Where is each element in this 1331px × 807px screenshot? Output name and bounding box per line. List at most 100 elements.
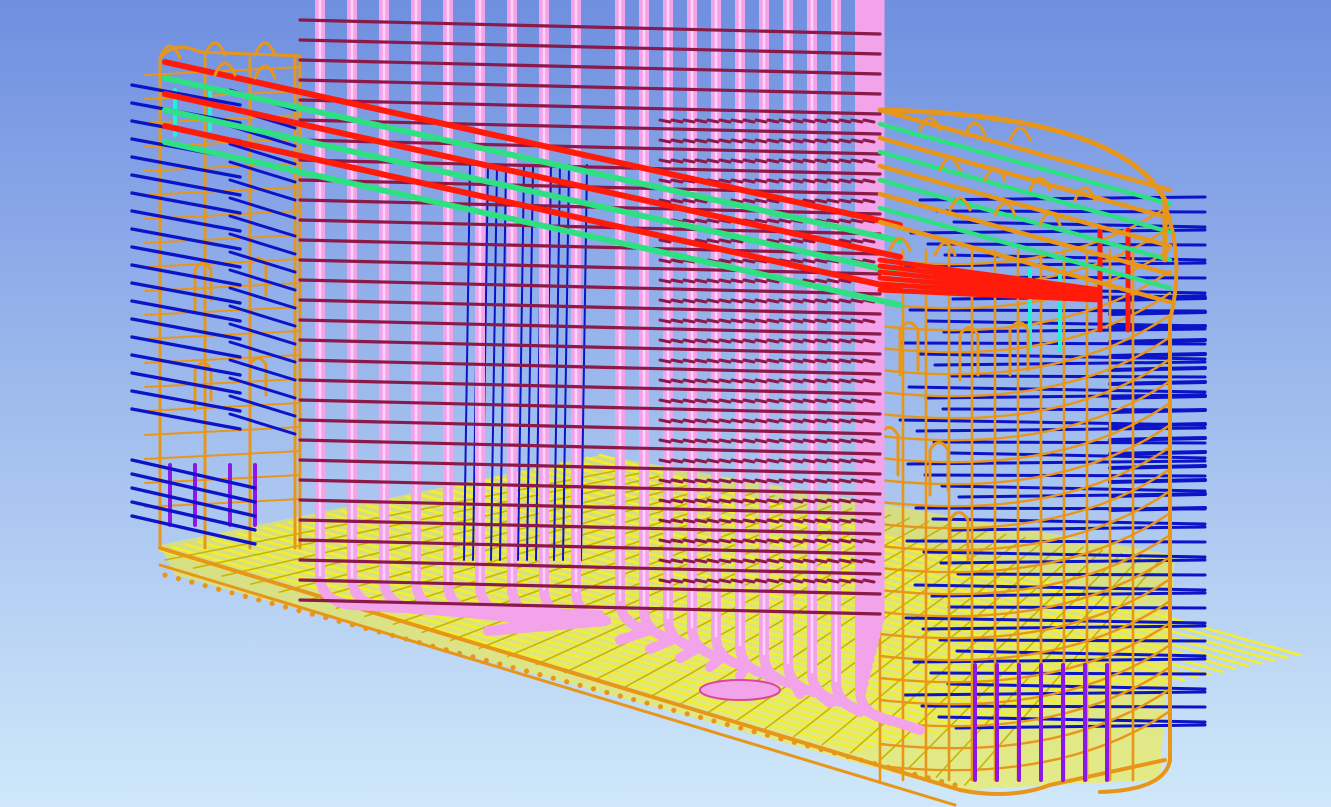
tie-stub bbox=[766, 418, 780, 424]
tie-stub bbox=[718, 178, 732, 184]
tie-stub bbox=[682, 518, 696, 524]
tie-stub bbox=[754, 578, 768, 584]
tie-stub bbox=[694, 558, 708, 564]
tie-stub bbox=[862, 258, 876, 264]
tie-stub bbox=[778, 318, 792, 324]
tie-stub bbox=[670, 338, 684, 344]
tie-stub bbox=[862, 178, 876, 184]
tie-stub bbox=[718, 498, 732, 504]
tie-stub bbox=[754, 338, 768, 344]
bar-end-dot bbox=[296, 607, 302, 614]
bar-end-dot bbox=[282, 604, 289, 610]
tie-stub bbox=[826, 458, 840, 464]
tie-stub bbox=[742, 458, 756, 464]
tie-stub bbox=[838, 158, 852, 164]
tie-stub bbox=[754, 278, 768, 284]
tie-stub bbox=[814, 518, 828, 524]
tie-stub bbox=[730, 418, 744, 424]
tie-stub bbox=[754, 218, 768, 224]
bar-end-dot bbox=[309, 611, 315, 617]
bar-end-dot bbox=[229, 590, 235, 596]
3d-viewport[interactable] bbox=[0, 0, 1331, 807]
tie-stub bbox=[862, 558, 876, 564]
tie-stub bbox=[754, 438, 768, 444]
tie-stub bbox=[802, 398, 816, 404]
tie-stub bbox=[730, 278, 744, 284]
tie-stub bbox=[826, 518, 840, 524]
tie-stub bbox=[850, 138, 864, 144]
tie-stub bbox=[790, 378, 804, 384]
tie-stub bbox=[682, 198, 696, 204]
tie-stub bbox=[802, 458, 816, 464]
tie-stub bbox=[694, 358, 708, 364]
tie-stub bbox=[670, 298, 684, 304]
tie-stub bbox=[850, 118, 864, 124]
tie-stub bbox=[838, 438, 852, 444]
tie-stub bbox=[742, 518, 756, 524]
tie-stub bbox=[790, 558, 804, 564]
tie-stub bbox=[706, 298, 720, 304]
tie-stub bbox=[814, 298, 828, 304]
tie-stub bbox=[670, 378, 684, 384]
tie-stub bbox=[778, 398, 792, 404]
tie-stub bbox=[718, 558, 732, 564]
tie-stub bbox=[706, 418, 720, 424]
tie-stub bbox=[658, 538, 672, 544]
tie-stub bbox=[778, 478, 792, 484]
tie-stub bbox=[826, 138, 840, 144]
tie-stub bbox=[754, 318, 768, 324]
tie-stub bbox=[814, 338, 828, 344]
tie-stub bbox=[802, 578, 816, 584]
bar-end-dot bbox=[845, 753, 851, 760]
tie-stub bbox=[670, 418, 684, 424]
tie-stub bbox=[694, 498, 708, 504]
tie-stub bbox=[826, 198, 840, 204]
tie-stub bbox=[682, 558, 696, 564]
bar-end-dot bbox=[215, 586, 222, 592]
tie-stub bbox=[802, 118, 816, 124]
tie-stub bbox=[730, 178, 744, 184]
tie-stub bbox=[658, 358, 672, 364]
tie-stub bbox=[658, 518, 672, 524]
tie-stub bbox=[658, 478, 672, 484]
tie-stub bbox=[778, 558, 792, 564]
tie-stub bbox=[730, 438, 744, 444]
tie-stub bbox=[730, 318, 744, 324]
tie-stub bbox=[814, 138, 828, 144]
tie-stub bbox=[778, 158, 792, 164]
tie-stub bbox=[766, 458, 780, 464]
tie-stub bbox=[790, 478, 804, 484]
tie-stub bbox=[826, 118, 840, 124]
tie-stub bbox=[706, 138, 720, 144]
tie-stub bbox=[814, 438, 828, 444]
tie-stub bbox=[742, 258, 756, 264]
tie-stub bbox=[790, 578, 804, 584]
tie-stub bbox=[670, 358, 684, 364]
blue-bar bbox=[908, 308, 1207, 313]
tie-stub bbox=[670, 398, 684, 404]
tie-stub bbox=[778, 338, 792, 344]
tie-stub bbox=[790, 158, 804, 164]
bar-end-dot bbox=[764, 732, 771, 738]
tie-stub bbox=[850, 558, 864, 564]
bar-end-dot bbox=[363, 625, 369, 631]
tie-stub bbox=[730, 138, 744, 144]
tie-stub bbox=[838, 398, 852, 404]
tie-stub bbox=[730, 538, 744, 544]
tie-stub bbox=[778, 438, 792, 444]
tie-stub bbox=[826, 278, 840, 284]
tie-stub bbox=[754, 498, 768, 504]
tie-stub bbox=[802, 178, 816, 184]
tie-stub bbox=[706, 538, 720, 544]
tie-stub bbox=[862, 338, 876, 344]
tie-stub bbox=[658, 178, 672, 184]
tie-stub bbox=[862, 438, 876, 444]
blue-bar bbox=[1108, 506, 1207, 512]
tie-stub bbox=[694, 458, 708, 464]
tie-stub bbox=[694, 518, 708, 524]
tie-stub bbox=[706, 358, 720, 364]
rebar-cage-model[interactable] bbox=[0, 0, 1331, 807]
bar-end-dot bbox=[175, 575, 181, 582]
tie-stub bbox=[658, 258, 672, 264]
tie-stub bbox=[730, 498, 744, 504]
